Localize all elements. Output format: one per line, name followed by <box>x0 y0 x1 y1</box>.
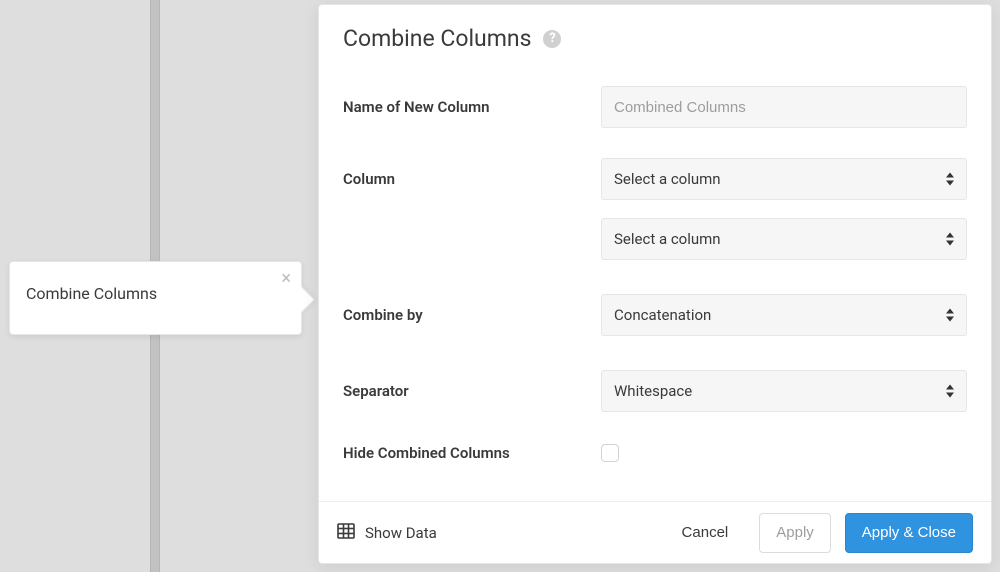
column-select-1[interactable]: Select a column <box>601 158 967 200</box>
label-separator: Separator <box>343 382 601 400</box>
label-hide: Hide Combined Columns <box>343 444 601 462</box>
row-column-1: Column Select a column <box>343 158 967 200</box>
column-select-1-value: Select a column <box>614 170 721 188</box>
row-name: Name of New Column <box>343 86 967 128</box>
column-select-2[interactable]: Select a column <box>601 218 967 260</box>
row-hide: Hide Combined Columns <box>343 444 967 462</box>
node-title: Combine Columns <box>26 284 157 303</box>
label-column: Column <box>343 170 601 188</box>
show-data-label: Show Data <box>365 524 437 542</box>
label-name: Name of New Column <box>343 98 601 116</box>
hide-combined-checkbox[interactable] <box>601 444 619 462</box>
new-column-name-input[interactable] <box>601 86 967 128</box>
chevron-updown-icon <box>946 173 954 186</box>
separator-select[interactable]: Whitespace <box>601 370 967 412</box>
help-icon[interactable]: ? <box>543 30 561 48</box>
label-combine-by: Combine by <box>343 306 601 324</box>
panel-header: Combine Columns ? <box>319 5 991 62</box>
apply-button[interactable]: Apply <box>759 513 831 553</box>
close-icon[interactable]: × <box>281 270 291 288</box>
chevron-updown-icon <box>946 385 954 398</box>
settings-panel: Combine Columns ? Name of New Column Col… <box>318 4 992 564</box>
separator-value: Whitespace <box>614 382 692 400</box>
chevron-updown-icon <box>946 233 954 246</box>
combine-by-value: Concatenation <box>614 306 711 324</box>
row-combine-by: Combine by Concatenation <box>343 294 967 336</box>
column-select-2-value: Select a column <box>614 230 721 248</box>
row-column-2: Select a column <box>343 218 967 260</box>
apply-close-button[interactable]: Apply & Close <box>845 513 973 553</box>
panel-title: Combine Columns <box>343 25 531 52</box>
cancel-button[interactable]: Cancel <box>665 513 746 553</box>
row-separator: Separator Whitespace <box>343 370 967 412</box>
panel-footer: Show Data Cancel Apply Apply & Close <box>319 501 991 563</box>
show-data-button[interactable]: Show Data <box>337 523 437 543</box>
chevron-updown-icon <box>946 309 954 322</box>
panel-body: Name of New Column Column Select a colum… <box>319 62 991 501</box>
node-combine-columns[interactable]: × Combine Columns <box>9 261 302 335</box>
table-icon <box>337 523 355 543</box>
combine-by-select[interactable]: Concatenation <box>601 294 967 336</box>
canvas: × Combine Columns Combine Columns ? Name… <box>0 0 1000 572</box>
